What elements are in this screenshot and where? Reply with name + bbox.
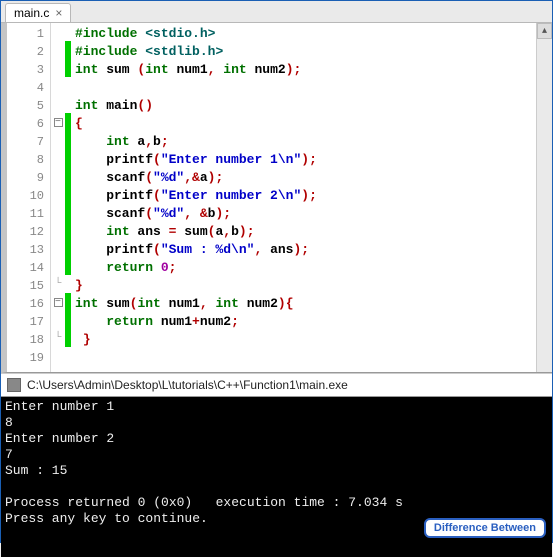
console-title-bar: C:\Users\Admin\Desktop\L\tutorials\C++\F…: [1, 373, 552, 397]
line-number: 4: [7, 79, 44, 97]
fold-cell: [51, 185, 65, 203]
fold-cell: [51, 203, 65, 221]
line-number: 15: [7, 277, 44, 295]
line-number: 1: [7, 25, 44, 43]
code-line[interactable]: scanf("%d",&a);: [75, 169, 552, 187]
line-number: 10: [7, 187, 44, 205]
scroll-up-icon[interactable]: ▴: [537, 23, 552, 39]
fold-cell: [51, 149, 65, 167]
line-number: 17: [7, 313, 44, 331]
code-line[interactable]: [75, 79, 552, 97]
line-number: 2: [7, 43, 44, 61]
fold-cell: [51, 167, 65, 185]
console-path: C:\Users\Admin\Desktop\L\tutorials\C++\F…: [27, 378, 348, 392]
code-line[interactable]: #include <stdlib.h>: [75, 43, 552, 61]
tab-label: main.c: [14, 6, 49, 20]
line-number: 16: [7, 295, 44, 313]
fold-cell: └: [51, 329, 65, 347]
fold-cell[interactable]: −: [51, 113, 65, 131]
code-line[interactable]: int a,b;: [75, 133, 552, 151]
code-line[interactable]: printf("Enter number 2\n");: [75, 187, 552, 205]
fold-toggle-icon[interactable]: −: [54, 298, 63, 307]
fold-cell: [51, 131, 65, 149]
fold-cell: └: [51, 275, 65, 293]
fold-cell: [51, 257, 65, 275]
code-line[interactable]: int sum (int num1, int num2);: [75, 61, 552, 79]
close-icon[interactable]: ×: [55, 7, 62, 19]
tab-bar: main.c ×: [1, 1, 552, 23]
fold-cell: [51, 221, 65, 239]
line-number: 12: [7, 223, 44, 241]
code-line[interactable]: [75, 349, 552, 367]
fold-cell: [51, 59, 65, 77]
line-number: 6: [7, 115, 44, 133]
code-line[interactable]: }: [75, 277, 552, 295]
fold-toggle-icon[interactable]: −: [54, 118, 63, 127]
line-number: 3: [7, 61, 44, 79]
code-line[interactable]: int ans = sum(a,b);: [75, 223, 552, 241]
line-number: 13: [7, 241, 44, 259]
line-number: 7: [7, 133, 44, 151]
exe-icon: [7, 378, 21, 392]
line-number: 18: [7, 331, 44, 349]
code-line[interactable]: return 0;: [75, 259, 552, 277]
line-number-gutter: 12345678910111213141516171819: [7, 23, 51, 372]
fold-cell: [51, 347, 65, 365]
fold-cell: [51, 311, 65, 329]
fold-cell: [51, 41, 65, 59]
code-editor[interactable]: 12345678910111213141516171819 −└−└ #incl…: [1, 23, 552, 373]
line-number: 9: [7, 169, 44, 187]
code-line[interactable]: #include <stdio.h>: [75, 25, 552, 43]
fold-cell: [51, 77, 65, 95]
code-line[interactable]: }: [75, 331, 552, 349]
line-number: 19: [7, 349, 44, 367]
fold-cell[interactable]: −: [51, 293, 65, 311]
code-line[interactable]: scanf("%d", &b);: [75, 205, 552, 223]
line-number: 5: [7, 97, 44, 115]
fold-column[interactable]: − └ − └: [51, 23, 65, 372]
fold-cell: [51, 239, 65, 257]
vertical-scrollbar[interactable]: ▴: [536, 23, 552, 372]
code-line[interactable]: {: [75, 115, 552, 133]
tab-main-c[interactable]: main.c ×: [5, 3, 71, 22]
code-line[interactable]: return num1+num2;: [75, 313, 552, 331]
code-line[interactable]: int sum(int num1, int num2){: [75, 295, 552, 313]
fold-cell: [51, 23, 65, 41]
code-line[interactable]: printf("Enter number 1\n");: [75, 151, 552, 169]
line-number: 8: [7, 151, 44, 169]
code-line[interactable]: printf("Sum : %d\n", ans);: [75, 241, 552, 259]
code-area[interactable]: #include <stdio.h>#include <stdlib.h>int…: [71, 23, 552, 372]
watermark-badge: Difference Between: [424, 518, 546, 538]
line-number: 14: [7, 259, 44, 277]
line-number: 11: [7, 205, 44, 223]
code-line[interactable]: int main(): [75, 97, 552, 115]
fold-cell: [51, 95, 65, 113]
